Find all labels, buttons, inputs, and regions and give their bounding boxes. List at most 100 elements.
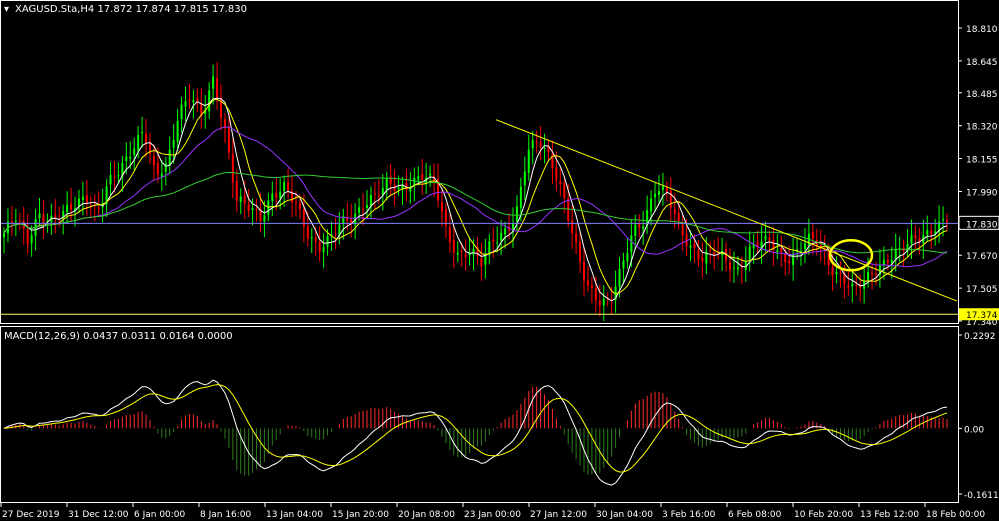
candle-body: [460, 250, 463, 253]
candle-body: [650, 198, 653, 212]
candle-body: [942, 219, 945, 221]
price-tick-label: 18.810: [966, 25, 998, 35]
price-tick-label: 17.505: [966, 285, 998, 295]
candle-body: [358, 207, 361, 213]
candle-body: [275, 193, 278, 198]
chart-menu-icon[interactable]: ▾: [4, 4, 9, 15]
price-axis: 18.810 18.645 18.485 18.320 18.155 17.990 17.8…: [958, 25, 998, 328]
candle-body: [867, 272, 870, 281]
time-tick-label: 20 Jan 08:00: [398, 510, 455, 520]
candle-body: [440, 202, 443, 212]
candle-body: [523, 171, 526, 186]
candle-body: [113, 176, 116, 178]
candle-body: [231, 154, 234, 183]
candle-body: [314, 237, 317, 243]
time-axis: 27 Dec 2019 31 Dec 12:00 6 Jan 00:00 8 Jan …: [0, 503, 985, 520]
candle-body: [539, 141, 542, 148]
candle-body: [283, 182, 286, 192]
candle-body: [176, 120, 179, 142]
candle-body: [555, 167, 558, 181]
candle-body: [180, 104, 183, 120]
candle-body: [519, 186, 522, 208]
macd-signal-line: [3, 384, 948, 473]
price-tick-label: 18.485: [966, 90, 998, 100]
candle-body: [535, 141, 538, 144]
candle-body: [381, 187, 384, 195]
candle-body: [287, 182, 290, 192]
price-tick-label: 17.670: [966, 252, 998, 262]
candle-body: [251, 208, 254, 210]
macd-panel-frame: [0, 326, 959, 503]
macd-axis: 0.2292 0.00 -0.1611: [958, 332, 999, 501]
time-tick-label: 27 Jan 12:00: [530, 510, 587, 520]
candle-body: [839, 273, 842, 275]
candle-body: [365, 205, 368, 208]
candle-body: [882, 259, 885, 265]
candle-body: [776, 250, 779, 253]
candle-body: [377, 195, 380, 197]
candle-body: [851, 283, 854, 287]
candle-body: [780, 248, 783, 253]
candle-body: [634, 224, 637, 237]
ma-mid-line: [3, 98, 948, 295]
candle-body: [732, 267, 735, 269]
candle-body: [373, 193, 376, 195]
candle-body: [326, 236, 329, 247]
candle-body: [168, 149, 171, 166]
candle-body: [728, 262, 731, 270]
candle-body: [764, 235, 767, 240]
candle-body: [638, 223, 641, 228]
candle-body: [66, 205, 69, 213]
candle-body: [748, 246, 751, 260]
price-tick-label: 18.155: [966, 156, 998, 166]
candle-body: [141, 131, 144, 134]
candle-body: [579, 242, 582, 262]
candle-body: [855, 284, 858, 286]
candle-body: [208, 90, 211, 112]
candle-body: [551, 153, 554, 169]
candle-body: [803, 243, 806, 250]
breakout-highlight-circle: [828, 238, 874, 272]
candle-body: [397, 187, 400, 190]
candle-body: [3, 233, 5, 238]
candle-body: [172, 139, 175, 148]
candle-body: [480, 258, 483, 267]
support-price-label: 17.374: [966, 311, 998, 321]
candle-body: [811, 232, 814, 239]
price-panel-frame: [0, 0, 959, 324]
candle-body: [709, 249, 712, 251]
candle-body: [393, 185, 396, 191]
candle-body: [784, 253, 787, 263]
time-tick-label: 27 Dec 2019: [2, 510, 60, 520]
time-tick-label: 23 Jan 00:00: [464, 510, 521, 520]
candle-body: [926, 229, 929, 235]
candle-body: [673, 208, 676, 215]
candle-body: [500, 232, 503, 241]
time-tick-label: 15 Jan 20:00: [332, 510, 389, 520]
time-tick-label: 13 Feb 12:00: [860, 510, 919, 520]
trading-chart[interactable]: 18.810 18.645 18.485 18.320 18.155 17.990 17.8…: [0, 0, 999, 521]
candle-body: [602, 298, 605, 306]
time-tick-label: 13 Jan 04:00: [266, 510, 323, 520]
candle-body: [571, 220, 574, 234]
time-tick-label: 31 Dec 12:00: [68, 510, 129, 520]
candle-body: [160, 173, 163, 177]
descending-trendline: [495, 119, 958, 302]
candle-body: [227, 126, 230, 153]
candle-body: [689, 245, 692, 248]
candle-body: [235, 181, 238, 201]
candle-body: [543, 147, 546, 149]
candle-body: [452, 240, 455, 253]
candle-body: [294, 202, 297, 204]
moving-averages: [3, 97, 948, 302]
candle-body: [890, 260, 893, 264]
candle-body: [42, 214, 45, 224]
price-tick-label: 18.320: [966, 123, 998, 133]
macd-lines: [3, 379, 948, 486]
candlestick-series[interactable]: [3, 62, 948, 322]
candle-body: [685, 233, 688, 247]
candle-body: [697, 250, 700, 260]
ma-long-line: [3, 171, 948, 254]
candle-body: [874, 273, 877, 275]
candle-body: [590, 285, 593, 288]
